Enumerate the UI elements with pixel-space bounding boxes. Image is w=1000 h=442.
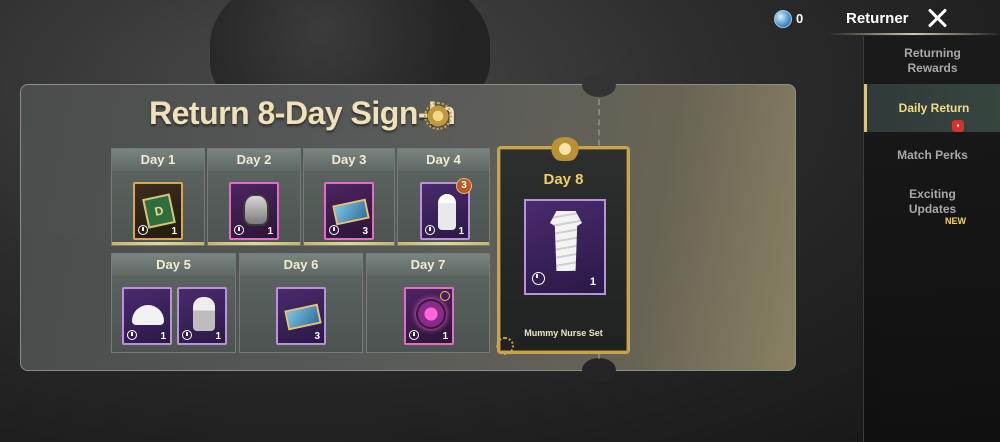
sidebar-item-returning-rewards[interactable]: Returning Rewards bbox=[864, 46, 1000, 76]
reward-qty: 1 bbox=[267, 226, 273, 237]
sidebar-item-label: Returning Rewards bbox=[904, 46, 961, 75]
reward-item[interactable]: 3 1 bbox=[420, 178, 472, 240]
page-title: Returner bbox=[846, 10, 909, 27]
clock-icon bbox=[425, 225, 435, 235]
emblem-icon bbox=[424, 102, 452, 130]
sidebar-item-label: Daily Return bbox=[898, 101, 970, 115]
reward-qty: 3 bbox=[314, 331, 320, 342]
sidebar: Returning Rewards Daily Return ▪ Match P… bbox=[863, 36, 1000, 442]
reward-item[interactable]: 1 bbox=[229, 182, 279, 240]
emote-icon bbox=[438, 194, 456, 230]
new-tag: NEW bbox=[945, 216, 966, 226]
reward-qty: 1 bbox=[215, 331, 221, 342]
clock-icon bbox=[532, 272, 545, 285]
count-badge: 3 bbox=[456, 178, 472, 194]
reward-qty: 1 bbox=[458, 226, 464, 237]
clock-icon bbox=[182, 330, 192, 340]
reward-qty: 1 bbox=[589, 276, 596, 288]
day-label: Day 5 bbox=[112, 254, 235, 276]
sidebar-item-exciting-updates[interactable]: Exciting Updates bbox=[864, 187, 1000, 217]
gift-badge-icon: ▪ bbox=[952, 120, 964, 132]
clock-icon bbox=[127, 330, 137, 340]
helmet-icon bbox=[243, 194, 269, 226]
close-icon[interactable] bbox=[925, 6, 949, 30]
reward-qty: 1 bbox=[442, 331, 448, 342]
reward-item[interactable]: D 1 bbox=[133, 182, 183, 240]
reward-qty: 1 bbox=[171, 226, 177, 237]
gear-icon bbox=[416, 299, 446, 329]
day-card-7[interactable]: Day 7 1 bbox=[366, 253, 490, 353]
corner-ornament-icon bbox=[496, 337, 514, 355]
reward-item[interactable]: 3 bbox=[276, 287, 326, 345]
reward-item[interactable]: 1 bbox=[177, 287, 227, 345]
ticket-icon bbox=[284, 303, 322, 331]
reward-name: Mummy Nurse Set bbox=[524, 328, 603, 338]
ticket-notch-bottom bbox=[582, 358, 616, 382]
day-label: Day 4 bbox=[398, 149, 489, 171]
top-bar: 0 Returner bbox=[760, 0, 1000, 36]
coin-icon bbox=[774, 10, 792, 28]
hat-icon bbox=[132, 305, 164, 325]
title-underline bbox=[828, 33, 1000, 35]
clock-icon bbox=[138, 225, 148, 235]
outfit-icon bbox=[550, 211, 582, 271]
clock-icon bbox=[234, 225, 244, 235]
reward-item[interactable]: 1 bbox=[122, 287, 172, 345]
day-label: Day 2 bbox=[208, 149, 300, 171]
sidebar-item-label: Match Perks bbox=[897, 148, 968, 162]
currency-count: 0 bbox=[796, 11, 804, 26]
sidebar-item-match-perks[interactable]: Match Perks bbox=[864, 148, 1000, 163]
day-card-6[interactable]: Day 6 3 bbox=[239, 253, 363, 353]
day-card-5[interactable]: Day 5 1 1 bbox=[111, 253, 236, 353]
day-label: Day 1 bbox=[112, 149, 204, 171]
day-label: Day 6 bbox=[240, 254, 362, 276]
panel-title: Return 8-Day Sign-In bbox=[149, 95, 456, 131]
reward-qty: 1 bbox=[160, 331, 166, 342]
card-icon: D bbox=[142, 193, 176, 229]
clock-icon bbox=[409, 330, 419, 340]
grand-reward-item[interactable]: 1 bbox=[524, 199, 606, 295]
sidebar-item-label: Exciting Updates bbox=[908, 187, 957, 216]
clock-icon bbox=[329, 225, 339, 235]
reward-item[interactable]: 3 bbox=[324, 182, 374, 240]
head-icon bbox=[193, 297, 215, 331]
day-label: Day 3 bbox=[304, 149, 394, 171]
reward-item[interactable]: 1 bbox=[404, 287, 454, 345]
day-card-2[interactable]: Day 2 1 bbox=[207, 148, 301, 246]
reward-qty: 3 bbox=[362, 226, 368, 237]
upgrade-badge-icon bbox=[440, 291, 450, 301]
sidebar-item-daily-return[interactable]: Daily Return bbox=[864, 84, 1000, 132]
day-label: Day 8 bbox=[543, 171, 584, 188]
day-label: Day 7 bbox=[367, 254, 489, 276]
crest-icon bbox=[550, 137, 580, 161]
day-card-4[interactable]: Day 4 3 1 bbox=[397, 148, 490, 246]
ticket-notch-top bbox=[582, 73, 616, 97]
day-card-8[interactable]: Day 8 1 Mummy Nurse Set bbox=[496, 137, 630, 355]
ticket-icon bbox=[332, 198, 370, 226]
day-card-1[interactable]: Day 1 D 1 bbox=[111, 148, 205, 246]
day-card-3[interactable]: Day 3 3 bbox=[303, 148, 395, 246]
